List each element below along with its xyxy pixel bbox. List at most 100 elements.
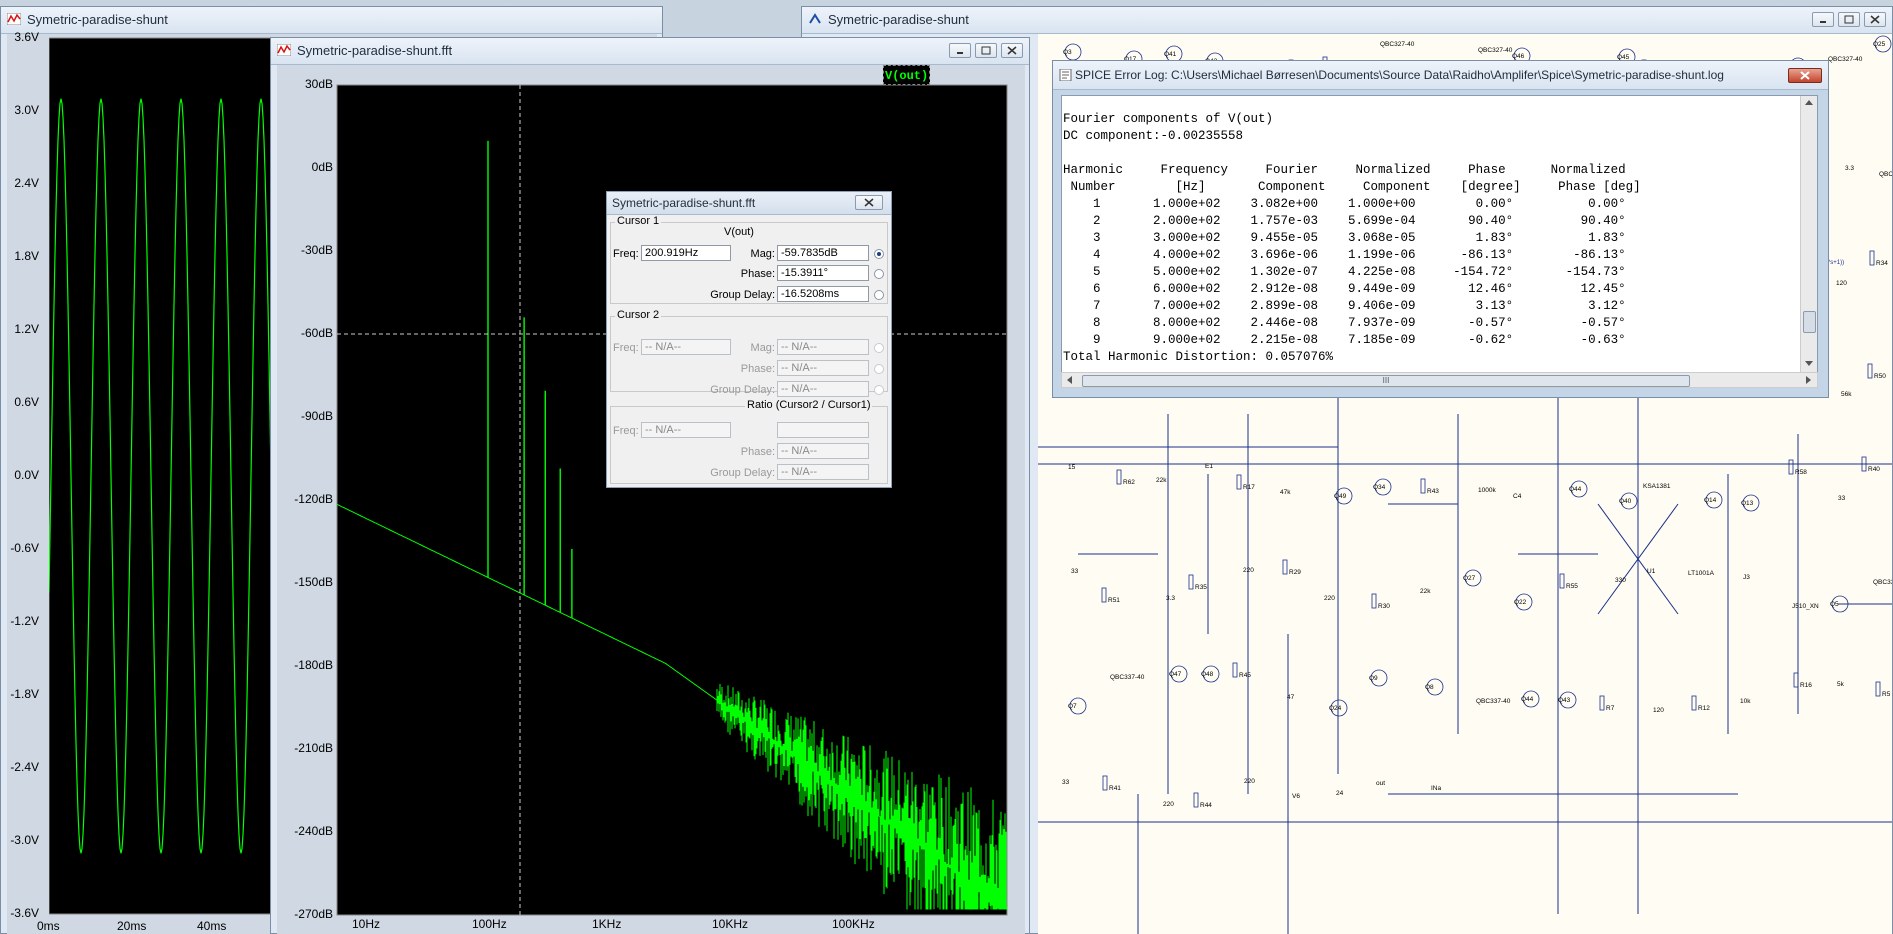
- schematic-part-label: out: [1376, 780, 1385, 787]
- scroll-down-arrow-icon[interactable]: [1805, 361, 1813, 366]
- error-log-content[interactable]: Fourier components of V(out) DC component…: [1061, 95, 1818, 373]
- schematic-part-label: R58: [1795, 469, 1807, 476]
- ratio-phase-label: Phase:: [740, 446, 775, 458]
- close-icon: [1800, 71, 1810, 80]
- schematic-part-label: Q22: [1514, 599, 1527, 606]
- log-hscroll-thumb[interactable]: III: [1082, 375, 1690, 387]
- schematic-part-label: 24: [1336, 790, 1344, 797]
- scroll-right-arrow-icon[interactable]: [1806, 376, 1811, 384]
- schematic-part-label: 47k: [1280, 489, 1291, 496]
- schematic-minimize-button[interactable]: [1812, 12, 1834, 27]
- error-log-close-button[interactable]: [1788, 68, 1822, 83]
- fft-maximize-button[interactable]: [975, 43, 997, 58]
- cursor1-freq-label: Freq:: [613, 248, 639, 260]
- schematic-titlebar[interactable]: Symetric-paradise-shunt: [802, 7, 1892, 34]
- ratio-group-delay-label: Group Delay:: [710, 467, 775, 479]
- schematic-part-label: C4: [1513, 493, 1522, 500]
- fft-minimize-button[interactable]: [949, 43, 971, 58]
- ratio-group-label: Ratio (Cursor2 / Cursor1): [745, 399, 873, 411]
- log-line: DC component:-0.00235558: [1063, 129, 1244, 143]
- log-vertical-scrollbar[interactable]: [1800, 96, 1817, 372]
- log-line: 8 8.000e+02 2.446e-08 7.937e-09 -0.57° -…: [1063, 316, 1626, 330]
- scroll-left-arrow-icon[interactable]: [1067, 376, 1072, 384]
- waveform-y-tick-label: -1.8V: [10, 687, 39, 701]
- waveform-y-tick-label: -2.4V: [10, 760, 39, 774]
- schematic-part-label: Q27: [1463, 575, 1476, 582]
- ratio-freq-label: Freq:: [613, 425, 639, 437]
- cursor1-phase-radio[interactable]: [874, 269, 884, 279]
- minimize-icon: [957, 52, 963, 54]
- cursor2-group-label: Cursor 2: [615, 309, 662, 321]
- cursor1-phase-field[interactable]: -15.3911°: [777, 265, 869, 281]
- cursor1-group-delay-radio[interactable]: [874, 290, 884, 300]
- schematic-part-label: QBC337-40: [1873, 579, 1892, 586]
- waveform-x-tick-label: 40ms: [197, 919, 227, 933]
- maximize-icon: [981, 46, 991, 55]
- fft-x-tick-label: 1KHz: [592, 917, 622, 931]
- ratio-phase-field: -- N/A--: [777, 443, 869, 459]
- cursor1-freq-field[interactable]: 200.919Hz: [641, 245, 731, 261]
- cursor1-group-delay-field[interactable]: -16.5208ms: [777, 286, 869, 302]
- fft-close-button[interactable]: [1001, 43, 1023, 58]
- cursor2-phase-label: Phase:: [740, 363, 775, 375]
- resistor-symbol: [1101, 587, 1107, 603]
- log-horizontal-scrollbar[interactable]: III: [1061, 372, 1818, 388]
- log-icon: [1059, 69, 1072, 81]
- schematic-part-label: R5: [1882, 691, 1891, 698]
- schematic-part-label: 22k: [1420, 588, 1431, 595]
- waveform-y-tick-label: -1.2V: [10, 614, 39, 628]
- minimize-icon: [1820, 21, 1826, 23]
- waveform-titlebar[interactable]: Symetric-paradise-shunt: [1, 7, 662, 34]
- resistor-symbol: [1691, 695, 1697, 711]
- cursor-dialog-titlebar[interactable]: Symetric-paradise-shunt.fft: [607, 192, 891, 215]
- schematic-part-label: Q3: [1063, 49, 1072, 56]
- resistor-symbol: [1102, 775, 1108, 791]
- schematic-close-button[interactable]: [1864, 12, 1886, 27]
- waveform-window-title: Symetric-paradise-shunt: [27, 12, 168, 27]
- schematic-part-label: Q49: [1334, 493, 1347, 500]
- cursor1-phase-label: Phase:: [740, 268, 775, 280]
- schematic-part-label: Q44: [1521, 696, 1534, 703]
- resistor-symbol: [1116, 469, 1122, 485]
- fft-x-tick-label: 10KHz: [712, 917, 749, 931]
- ratio-freq-field: -- N/A--: [641, 422, 731, 438]
- cursor1-mag-radio[interactable]: [874, 249, 884, 259]
- schematic-maximize-button[interactable]: [1838, 12, 1860, 27]
- cursor1-mag-field[interactable]: -59.7835dB: [777, 245, 869, 261]
- waveform-y-tick-label: 2.4V: [14, 176, 39, 190]
- schematic-part-label: R12: [1698, 705, 1710, 712]
- schematic-part-label: 220: [1244, 778, 1255, 785]
- schematic-part-label: Q48: [1201, 671, 1214, 678]
- log-vscroll-thumb[interactable]: [1803, 311, 1816, 333]
- schematic-part-label: QBC337-40: [1110, 674, 1145, 681]
- fft-titlebar[interactable]: Symetric-paradise-shunt.fft: [271, 38, 1029, 65]
- schematic-part-label: 33: [1838, 495, 1846, 502]
- fft-window-title: Symetric-paradise-shunt.fft: [297, 43, 453, 58]
- close-icon: [1870, 15, 1880, 24]
- schematic-part-label: QBC327-40: [1478, 47, 1513, 54]
- resistor-symbol: [1282, 559, 1288, 575]
- schematic-part-label: LT1001A: [1688, 570, 1715, 577]
- waveform-y-tick-label: 1.8V: [14, 249, 39, 263]
- waveform-x-tick-label: 0ms: [37, 919, 60, 933]
- fft-trace-label[interactable]: V(out): [883, 65, 931, 85]
- cursor-dialog-close-button[interactable]: [855, 195, 883, 210]
- error-log-titlebar[interactable]: SPICE Error Log: C:\Users\Michael Børres…: [1053, 61, 1828, 90]
- log-line: 3 3.000e+02 9.455e-05 3.068e-05 1.83° 1.…: [1063, 231, 1626, 245]
- resistor-symbol: [1420, 478, 1426, 494]
- schematic-part-label: J510_XN: [1792, 603, 1819, 610]
- resistor-symbol: [1232, 662, 1238, 678]
- error-log-window: SPICE Error Log: C:\Users\Michael Børres…: [1052, 60, 1829, 398]
- schematic-part-label: QBC337-40: [1879, 171, 1892, 178]
- cursor1-group-label: Cursor 1: [615, 215, 662, 227]
- schematic-part-label: 3.3: [1845, 165, 1854, 172]
- schematic-part-label: R50: [1874, 373, 1886, 380]
- resistor-symbol: [1867, 363, 1873, 379]
- scroll-up-arrow-icon[interactable]: [1805, 100, 1813, 105]
- schematic-part-label: J3: [1743, 574, 1750, 581]
- schematic-part-label: Q41: [1164, 51, 1177, 58]
- schematic-part-label: 330: [1615, 577, 1626, 584]
- ratio-group-delay-field: -- N/A--: [777, 464, 869, 480]
- resistor-symbol: [1599, 695, 1605, 711]
- resistor-symbol: [1236, 474, 1242, 490]
